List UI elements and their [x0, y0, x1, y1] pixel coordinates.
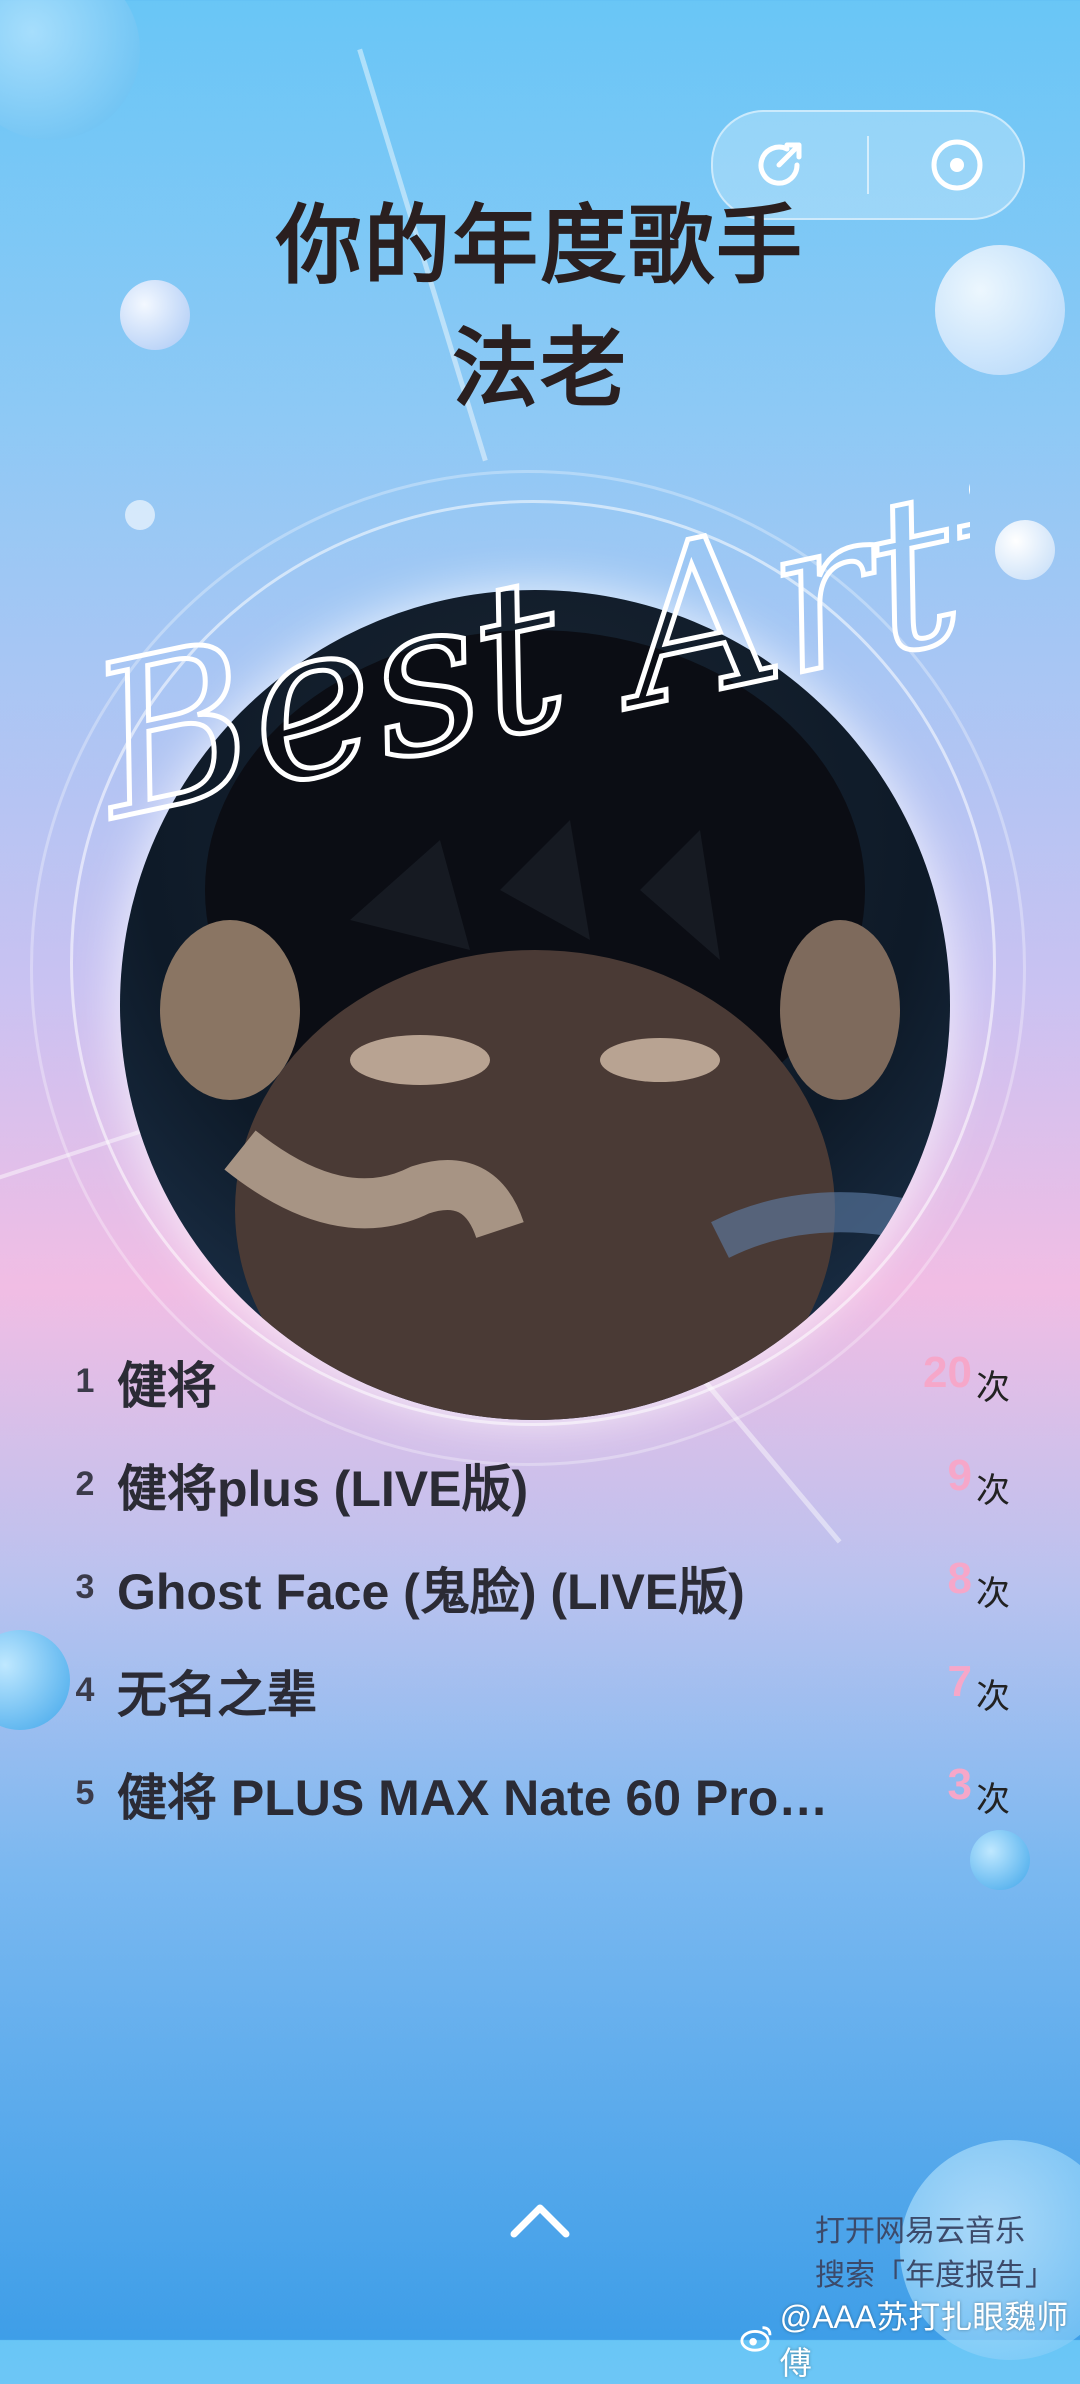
- watermark-text: @AAA苏打扎眼魏师傅: [779, 2299, 1069, 2381]
- page-title: 你的年度歌手: [276, 196, 804, 296]
- song-title: 健将 PLUS MAX Nate 60 Pro…: [117, 1770, 829, 1826]
- play-count: 7: [947, 1657, 972, 1706]
- song-rank: 1: [75, 1362, 95, 1400]
- svg-text:Best Artist: Best Artist: [70, 450, 970, 868]
- bubble-decoration: [995, 520, 1055, 580]
- song-title: 无名之辈: [117, 1667, 317, 1723]
- song-rank: 3: [75, 1568, 95, 1606]
- song-title: Ghost Face (鬼脸) (LIVE版): [117, 1564, 745, 1620]
- list-item[interactable]: 2 健将plus (LIVE版) 9 次: [0, 1433, 1080, 1533]
- play-count: 9: [947, 1451, 972, 1500]
- play-count-unit: 次: [976, 1781, 1010, 1819]
- play-count-unit: 次: [976, 1472, 1010, 1510]
- bubble-decoration: [0, 0, 140, 140]
- song-rank: 4: [75, 1671, 95, 1709]
- list-item[interactable]: 1 健将 20 次: [0, 1330, 1080, 1430]
- chevron-up-icon[interactable]: [508, 2200, 572, 2240]
- play-count-unit: 次: [976, 1575, 1010, 1613]
- artist-name: 法老: [452, 319, 628, 419]
- song-title: 健将plus (LIVE版): [117, 1461, 529, 1517]
- play-count: 3: [947, 1760, 972, 1809]
- list-item[interactable]: 3 Ghost Face (鬼脸) (LIVE版) 8 次: [0, 1536, 1080, 1636]
- play-count-unit: 次: [976, 1678, 1010, 1716]
- list-item[interactable]: 4 无名之辈 7 次: [0, 1639, 1080, 1739]
- best-artist-cursive: Best Artist: [70, 450, 970, 870]
- promo-line: 打开网易云音乐: [815, 2215, 1025, 2248]
- song-rank: 5: [75, 1774, 95, 1812]
- play-count: 8: [947, 1554, 972, 1603]
- weibo-icon: [740, 2326, 772, 2352]
- list-item[interactable]: 5 健将 PLUS MAX Nate 60 Pro… 3 次: [0, 1742, 1080, 1842]
- song-title: 健将: [117, 1358, 217, 1414]
- play-count: 20: [923, 1348, 972, 1397]
- song-rank: 2: [75, 1465, 95, 1503]
- weibo-watermark: @AAA苏打扎眼魏师傅: [740, 2292, 1080, 2384]
- play-count-unit: 次: [976, 1369, 1010, 1407]
- promo-text: 打开网易云音乐 搜索「年度报告」: [815, 2210, 1055, 2298]
